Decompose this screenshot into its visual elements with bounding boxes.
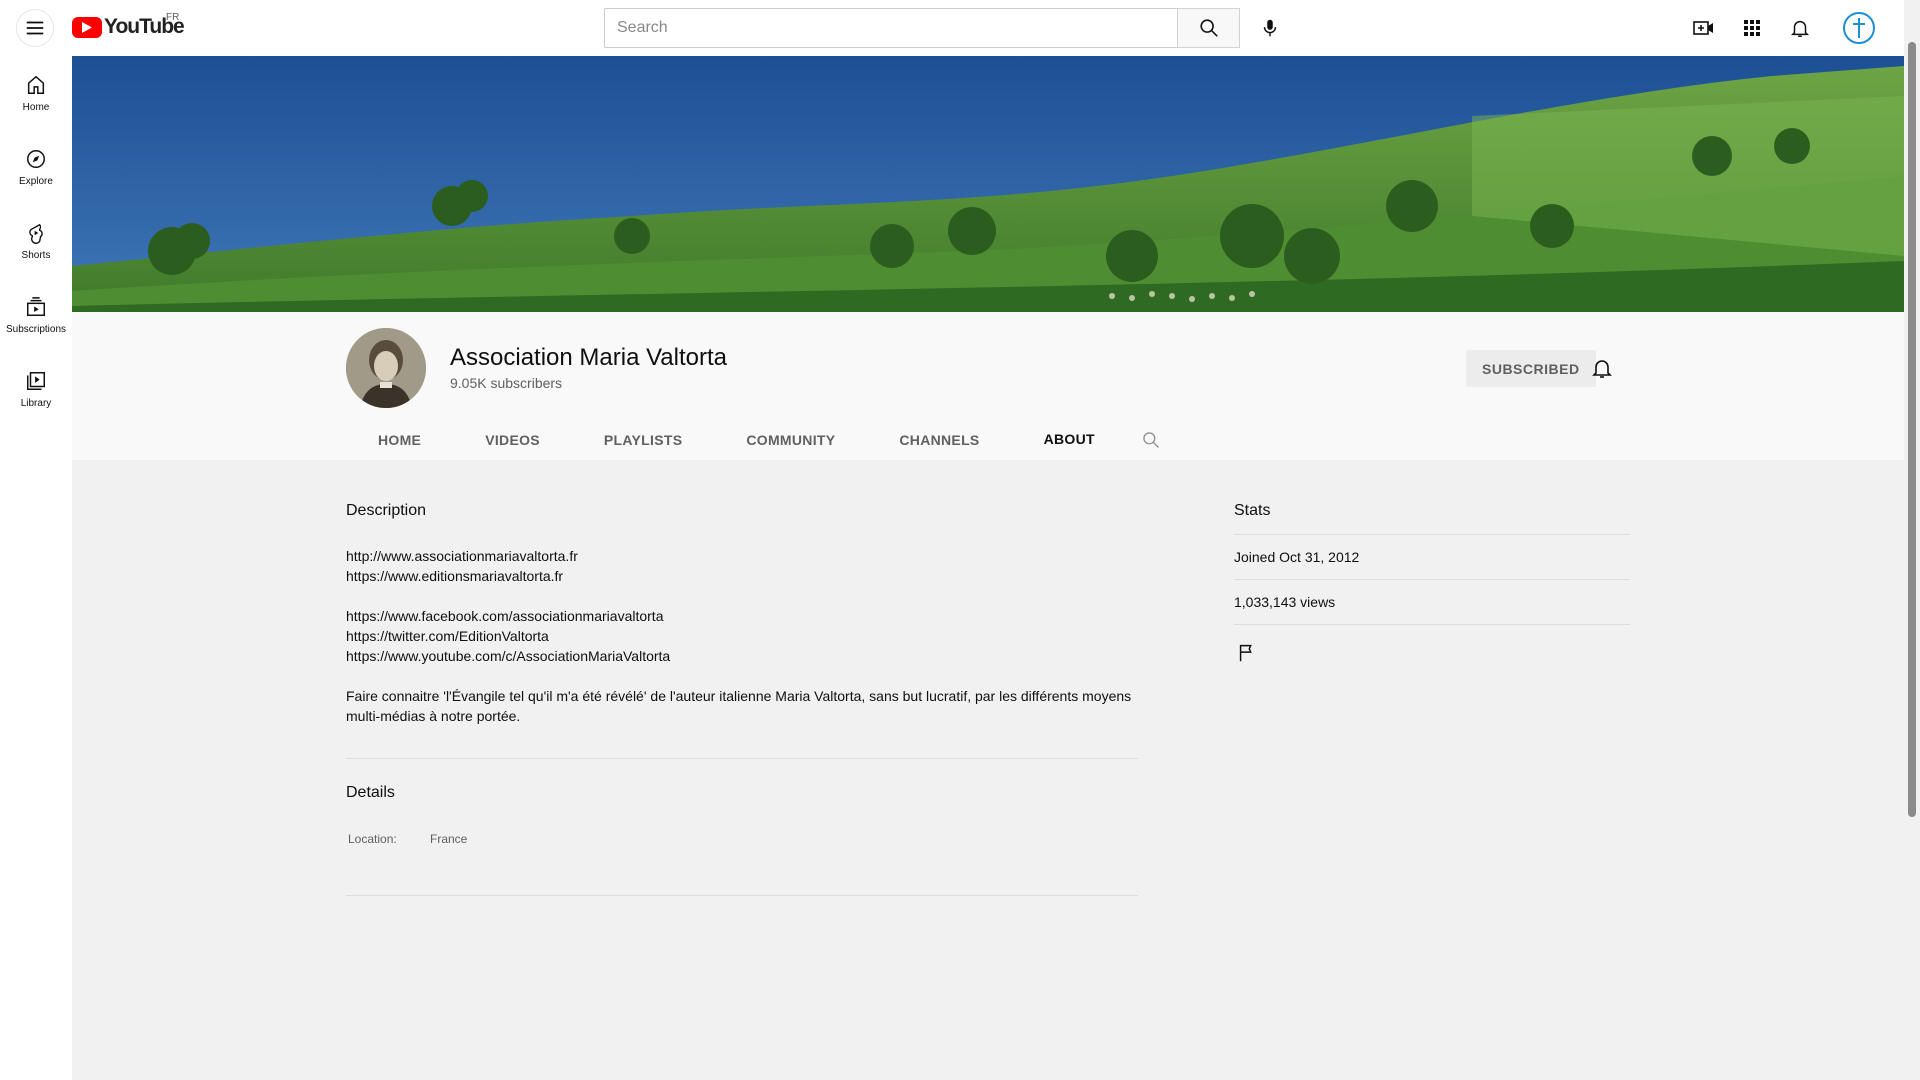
- apps-button[interactable]: [1732, 8, 1772, 48]
- channel-tabs: HOME VIDEOS PLAYLISTS COMMUNITY CHANNELS…: [346, 416, 1175, 464]
- divider: [346, 895, 1138, 896]
- tab-about[interactable]: ABOUT: [1011, 416, 1127, 464]
- create-button[interactable]: [1684, 8, 1724, 48]
- guide-item-explore[interactable]: Explore: [0, 130, 72, 204]
- joined-date: Joined Oct 31, 2012: [1234, 549, 1360, 565]
- description-body: http://www.associationmariavaltorta.fr h…: [346, 546, 1138, 726]
- location-value: France: [430, 832, 468, 846]
- menu-button[interactable]: [16, 9, 54, 47]
- bell-icon: [1592, 360, 1612, 378]
- create-icon: [1693, 21, 1713, 35]
- mini-guide: Home Explore Shorts Subscriptions Librar…: [0, 56, 72, 1080]
- guide-item-shorts[interactable]: Shorts: [0, 204, 72, 278]
- link-facebook[interactable]: https://www.facebook.com/associationmari…: [346, 606, 1138, 626]
- account-avatar[interactable]: [1843, 12, 1875, 44]
- youtube-logo[interactable]: YouTube FR: [72, 12, 185, 39]
- play-logo-icon: [72, 16, 102, 38]
- explore-icon: [27, 150, 45, 168]
- cross-avatar-icon: [1853, 18, 1865, 38]
- page-scrollbar[interactable]: [1904, 0, 1920, 1080]
- home-icon: [27, 75, 45, 94]
- details-title: Details: [346, 784, 395, 801]
- search-icon: [1199, 19, 1218, 37]
- guide-item-subscriptions[interactable]: Subscriptions: [0, 278, 72, 352]
- channel-header: Association Maria Valtorta 9.05K subscri…: [72, 312, 1904, 464]
- description-paragraph: Faire connaitre 'l'Évangile tel qu'il m'…: [346, 688, 1132, 724]
- portrait-image: [346, 328, 426, 408]
- flag-icon: [1239, 644, 1252, 662]
- subscriber-count: 9.05K subscribers: [450, 375, 563, 391]
- view-count: 1,033,143 views: [1234, 594, 1336, 610]
- channel-search-button[interactable]: [1127, 416, 1175, 464]
- report-button[interactable]: [1236, 642, 1260, 666]
- guide-item-library[interactable]: Library: [0, 352, 72, 426]
- masthead: YouTube FR: [0, 0, 1920, 56]
- subscribed-button[interactable]: SUBSCRIBED: [1466, 350, 1596, 387]
- tab-videos[interactable]: VIDEOS: [453, 416, 572, 464]
- divider: [346, 758, 1138, 759]
- link-association[interactable]: http://www.associationmariavaltorta.fr: [346, 546, 1138, 566]
- location-label: Location:: [348, 832, 397, 846]
- library-icon: [27, 372, 45, 390]
- search-button[interactable]: [1177, 8, 1240, 48]
- search-box: [604, 8, 1240, 48]
- guide-label-subscriptions: Subscriptions: [5, 324, 67, 335]
- tab-home[interactable]: HOME: [346, 416, 453, 464]
- link-editions[interactable]: https://www.editionsmariavaltorta.fr: [346, 566, 1138, 586]
- apps-icon: [1744, 20, 1760, 36]
- guide-label-explore: Explore: [19, 176, 53, 187]
- divider: [1234, 624, 1630, 625]
- stats-title: Stats: [1234, 502, 1271, 519]
- link-twitter[interactable]: https://twitter.com/EditionValtorta: [346, 626, 1138, 646]
- description-title: Description: [346, 502, 427, 519]
- guide-label-home: Home: [22, 102, 50, 113]
- about-content: Description http://www.associationmariav…: [72, 460, 1904, 1080]
- notifications-button[interactable]: [1780, 8, 1820, 48]
- channel-name: Association Maria Valtorta: [450, 344, 728, 371]
- tab-channels[interactable]: CHANNELS: [867, 416, 1011, 464]
- search-icon: [1143, 432, 1159, 448]
- notifications-icon: [1790, 20, 1810, 37]
- guide-label-library: Library: [20, 398, 52, 409]
- tab-playlists[interactable]: PLAYLISTS: [572, 416, 714, 464]
- region-code: FR: [166, 12, 180, 23]
- banner-landscape-image: [72, 56, 1904, 312]
- notification-bell-button[interactable]: [1590, 356, 1614, 380]
- shorts-icon: [29, 223, 43, 244]
- scrollbar-thumb[interactable]: [1908, 42, 1916, 817]
- mic-icon: [1263, 19, 1277, 37]
- channel-banner: [72, 56, 1904, 312]
- divider: [1234, 534, 1630, 535]
- menu-icon: [26, 21, 44, 35]
- search-input[interactable]: [604, 8, 1177, 48]
- guide-item-home[interactable]: Home: [0, 56, 72, 130]
- divider: [1234, 579, 1630, 580]
- link-youtube[interactable]: https://www.youtube.com/c/AssociationMar…: [346, 646, 1138, 666]
- voice-search-button[interactable]: [1250, 8, 1290, 48]
- subscriptions-icon: [27, 297, 45, 316]
- tab-community[interactable]: COMMUNITY: [714, 416, 867, 464]
- channel-avatar[interactable]: [346, 328, 426, 408]
- guide-label-shorts: Shorts: [21, 250, 51, 261]
